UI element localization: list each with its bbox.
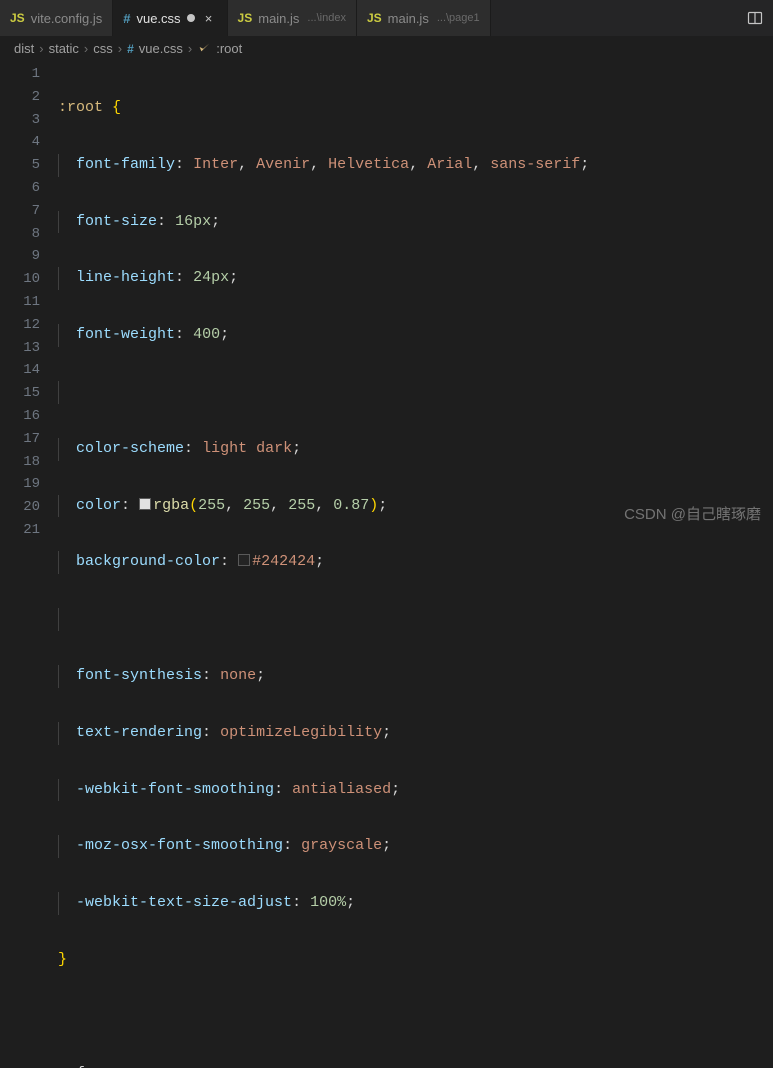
line-number: 12 — [0, 314, 40, 337]
breadcrumb-part[interactable]: :root — [216, 41, 242, 56]
line-number: 14 — [0, 359, 40, 382]
line-number: 8 — [0, 223, 40, 246]
modified-indicator-icon — [187, 14, 195, 22]
tab-label: main.js — [258, 11, 299, 26]
line-number: 1 — [0, 63, 40, 86]
tab-label: vite.config.js — [31, 11, 103, 26]
line-number: 10 — [0, 268, 40, 291]
line-number: 21 — [0, 519, 40, 542]
code-content[interactable]: :root { font-family: Inter, Avenir, Helv… — [58, 61, 773, 535]
chevron-right-icon: › — [84, 41, 88, 56]
line-number: 18 — [0, 451, 40, 474]
tab-sublabel: ...\index — [307, 12, 346, 24]
color-swatch-icon — [139, 498, 151, 510]
code-editor[interactable]: 1 2 3 4 5 6 7 8 9 10 11 12 13 14 15 16 1… — [0, 61, 773, 535]
tab-sublabel: ...\page1 — [437, 12, 480, 24]
chevron-right-icon: › — [39, 41, 43, 56]
breadcrumb[interactable]: dist › static › css › # vue.css › :root — [0, 36, 773, 61]
js-icon: JS — [10, 11, 25, 25]
js-icon: JS — [238, 11, 253, 25]
line-number: 13 — [0, 337, 40, 360]
split-editor-icon[interactable] — [737, 0, 773, 36]
breadcrumb-part[interactable]: static — [49, 41, 79, 56]
line-number: 7 — [0, 200, 40, 223]
selector-icon — [197, 40, 211, 57]
line-number: 9 — [0, 245, 40, 268]
breadcrumb-part[interactable]: dist — [14, 41, 34, 56]
breadcrumb-part[interactable]: vue.css — [139, 41, 183, 56]
line-gutter: 1 2 3 4 5 6 7 8 9 10 11 12 13 14 15 16 1… — [0, 61, 58, 535]
color-swatch-icon — [238, 554, 250, 566]
css-icon: # — [127, 42, 134, 56]
line-number: 15 — [0, 382, 40, 405]
breadcrumb-part[interactable]: css — [93, 41, 113, 56]
line-number: 16 — [0, 405, 40, 428]
line-number: 17 — [0, 428, 40, 451]
line-number: 4 — [0, 131, 40, 154]
tab-vite-config[interactable]: JS vite.config.js — [0, 0, 113, 36]
line-number: 20 — [0, 496, 40, 519]
tab-main-index[interactable]: JS main.js ...\index — [228, 0, 357, 36]
line-number: 2 — [0, 86, 40, 109]
js-icon: JS — [367, 11, 382, 25]
chevron-right-icon: › — [118, 41, 122, 56]
close-icon[interactable]: × — [201, 11, 217, 26]
tab-vue-css[interactable]: # vue.css × — [113, 0, 227, 36]
tab-bar: JS vite.config.js # vue.css × JS main.js… — [0, 0, 773, 36]
tab-label: vue.css — [136, 11, 180, 26]
css-icon: # — [123, 11, 130, 26]
line-number: 11 — [0, 291, 40, 314]
line-number: 19 — [0, 473, 40, 496]
tab-label: main.js — [388, 11, 429, 26]
tab-main-page1[interactable]: JS main.js ...\page1 — [357, 0, 491, 36]
chevron-right-icon: › — [188, 41, 192, 56]
line-number: 3 — [0, 109, 40, 132]
tabs-spacer — [491, 0, 737, 36]
line-number: 5 — [0, 154, 40, 177]
line-number: 6 — [0, 177, 40, 200]
